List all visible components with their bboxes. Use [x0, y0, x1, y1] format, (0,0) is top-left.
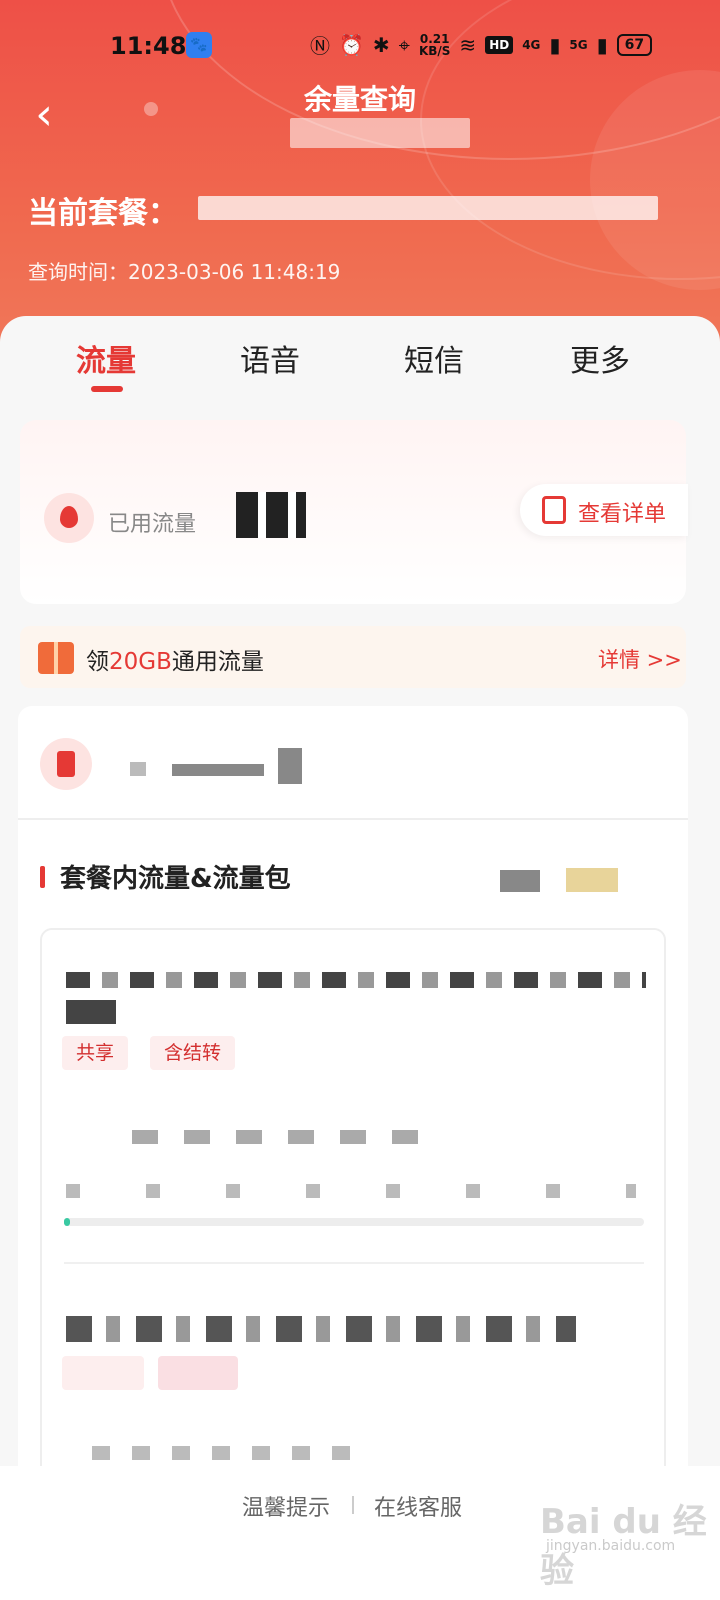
- package-divider: [64, 1262, 644, 1264]
- page-title: 余量查询: [303, 83, 416, 116]
- blurred-filter: [500, 870, 540, 892]
- view-detail-label: 查看详单: [578, 502, 667, 527]
- signal-5g: 5G: [569, 37, 588, 52]
- alarm-icon: ⏰: [339, 32, 364, 57]
- plan-label: 当前套餐：: [28, 196, 178, 231]
- document-search-icon: [542, 496, 566, 524]
- blurred-plan-name: [198, 196, 658, 220]
- blurred-badge: [566, 868, 618, 892]
- signal-icon: ▮: [596, 32, 608, 57]
- sim-card-icon: [40, 738, 92, 790]
- location-icon: ⌖: [398, 32, 410, 57]
- tab-voice[interactable]: 语音: [190, 336, 350, 380]
- blurred-package-name: [66, 1000, 116, 1024]
- tag-shared: 共享: [62, 1036, 129, 1070]
- nfc-icon: Ⓝ: [310, 34, 330, 58]
- blurred-package-name: [66, 972, 646, 988]
- blurred-number: [130, 762, 146, 776]
- promo-detail-link[interactable]: 详情 >>: [598, 644, 682, 674]
- package-item-card[interactable]: [40, 928, 666, 1488]
- blurred-usage-text: [66, 1184, 636, 1198]
- status-time: 11:48: [110, 32, 187, 60]
- view-detail-button[interactable]: 查看详单: [520, 484, 688, 536]
- signal-4g: 4G: [522, 37, 541, 52]
- promo-highlight: 20GB: [109, 649, 172, 675]
- hd-badge: HD: [485, 35, 514, 54]
- baidu-paw-icon: 🐾: [186, 32, 212, 58]
- blurred-tag: [62, 1356, 144, 1390]
- blurred-number: [172, 764, 264, 776]
- footer-separator: [352, 1496, 354, 1514]
- bluetooth-icon: ✱: [372, 32, 390, 57]
- query-time: 查询时间：2023-03-06 11:48:19: [28, 260, 341, 284]
- signal-icon: ▮: [549, 32, 561, 57]
- battery-indicator: 67: [616, 33, 653, 56]
- status-icons: Ⓝ ⏰ ✱ ⌖ 0.21 KB/S ≋ HD 4G ▮ 5G ▮ 67: [310, 30, 653, 59]
- net-speed: 0.21 KB/S: [418, 31, 451, 58]
- tab-more[interactable]: 更多: [520, 336, 680, 380]
- blurred-remaining: [92, 1446, 372, 1460]
- wifi-icon: ≋: [459, 32, 477, 57]
- used-data-label: 已用流量: [108, 512, 197, 537]
- blurred-tag: [158, 1356, 238, 1390]
- blurred-used-value: [236, 492, 306, 538]
- package-progress-fill: [64, 1218, 70, 1226]
- gift-icon: [38, 642, 74, 674]
- online-service-link[interactable]: 在线客服: [374, 1490, 462, 1522]
- status-bar: 11:48 🐾 Ⓝ ⏰ ✱ ⌖ 0.21 KB/S ≋ HD 4G ▮ 5G ▮ …: [0, 28, 720, 64]
- promo-suffix: 通用流量: [171, 649, 264, 675]
- baidu-watermark-url: jingyan.baidu.com: [546, 1538, 676, 1554]
- promo-prefix: 领: [86, 649, 109, 675]
- data-drop-icon: [44, 493, 94, 543]
- section-title: 套餐内流量&流量包: [60, 864, 291, 894]
- blurred-phone-number: [290, 118, 470, 148]
- tab-sms[interactable]: 短信: [354, 336, 514, 380]
- blurred-number: [278, 748, 302, 784]
- tab-bar: 流量 语音 短信 更多: [0, 330, 720, 410]
- blurred-package-name: [66, 1316, 576, 1342]
- blurred-remaining: [132, 1130, 432, 1144]
- active-tab-indicator: [91, 386, 123, 392]
- promo-text: 领20GB通用流量: [86, 642, 264, 676]
- package-progress-bar: [64, 1218, 644, 1226]
- tag-rollover: 含结转: [150, 1036, 236, 1070]
- tab-data[interactable]: 流量: [26, 336, 186, 380]
- section-marker: [40, 866, 45, 888]
- tips-link[interactable]: 温馨提示: [242, 1490, 330, 1522]
- card-divider: [18, 818, 688, 820]
